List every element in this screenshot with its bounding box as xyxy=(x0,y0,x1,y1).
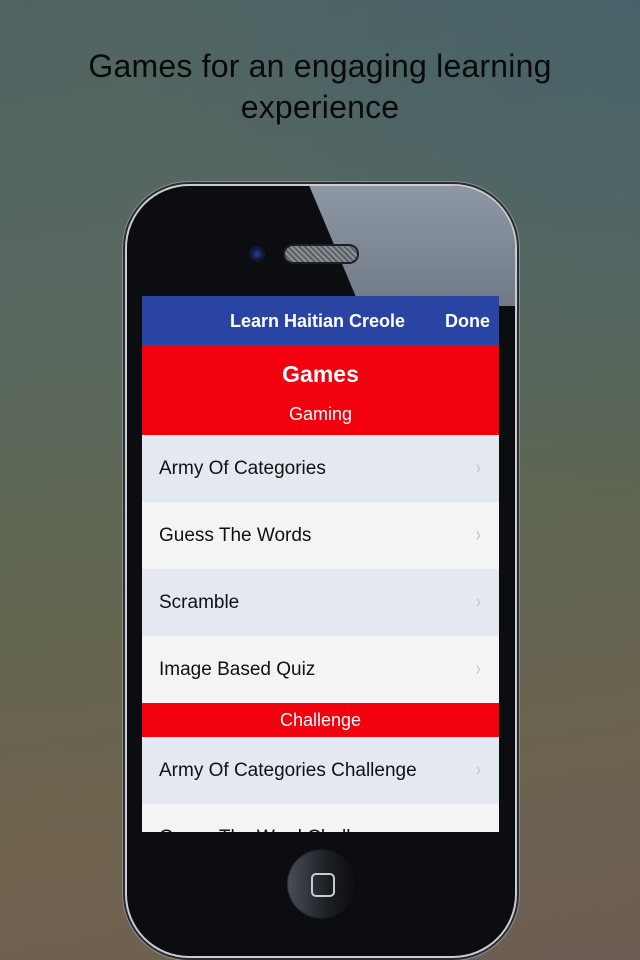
chevron-right-icon: › xyxy=(476,457,481,479)
speaker-icon xyxy=(285,246,357,262)
camera-icon xyxy=(249,246,265,262)
page-title: Games xyxy=(282,361,359,387)
list-item-label: Guess The Word Challenge xyxy=(159,827,393,833)
home-button[interactable] xyxy=(287,849,357,919)
app-screen: Learn Haitian Creole Done Games Gaming A… xyxy=(142,296,499,832)
nav-title: Learn Haitian Creole xyxy=(230,311,406,331)
promo-headline: Games for an engaging learning experienc… xyxy=(0,46,640,128)
games-header: Games Gaming xyxy=(142,345,499,435)
list-item-army-of-categories[interactable]: Army Of Categories › xyxy=(142,435,499,502)
headline-line-1: Games for an engaging learning xyxy=(88,48,552,84)
list-item-image-based-quiz[interactable]: Image Based Quiz › xyxy=(142,636,499,703)
list-item-army-of-categories-challenge[interactable]: Army Of Categories Challenge › xyxy=(142,737,499,804)
headline-line-2: experience xyxy=(240,89,400,125)
section-header-gaming: Gaming xyxy=(288,404,353,424)
chevron-right-icon: › xyxy=(476,591,481,613)
list-item-label: Scramble xyxy=(159,591,240,613)
list-item-label: Guess The Words xyxy=(159,524,312,546)
list-item-label: Image Based Quiz xyxy=(159,658,316,680)
done-button[interactable]: Done xyxy=(445,311,490,332)
chevron-right-icon: › xyxy=(476,658,481,680)
chevron-right-icon: › xyxy=(476,826,481,832)
section-header-challenge: Challenge xyxy=(142,703,499,737)
list-item-guess-the-words[interactable]: Guess The Words › xyxy=(142,502,499,569)
chevron-right-icon: › xyxy=(476,524,481,546)
chevron-right-icon: › xyxy=(476,759,481,781)
list-item-guess-the-word-challenge[interactable]: Guess The Word Challenge › xyxy=(142,804,499,832)
home-square-icon xyxy=(311,873,335,897)
list-item-scramble[interactable]: Scramble › xyxy=(142,569,499,636)
list-item-label: Army Of Categories xyxy=(159,457,326,479)
list-item-label: Army Of Categories Challenge xyxy=(159,759,417,781)
navigation-bar: Learn Haitian Creole Done xyxy=(142,296,499,345)
